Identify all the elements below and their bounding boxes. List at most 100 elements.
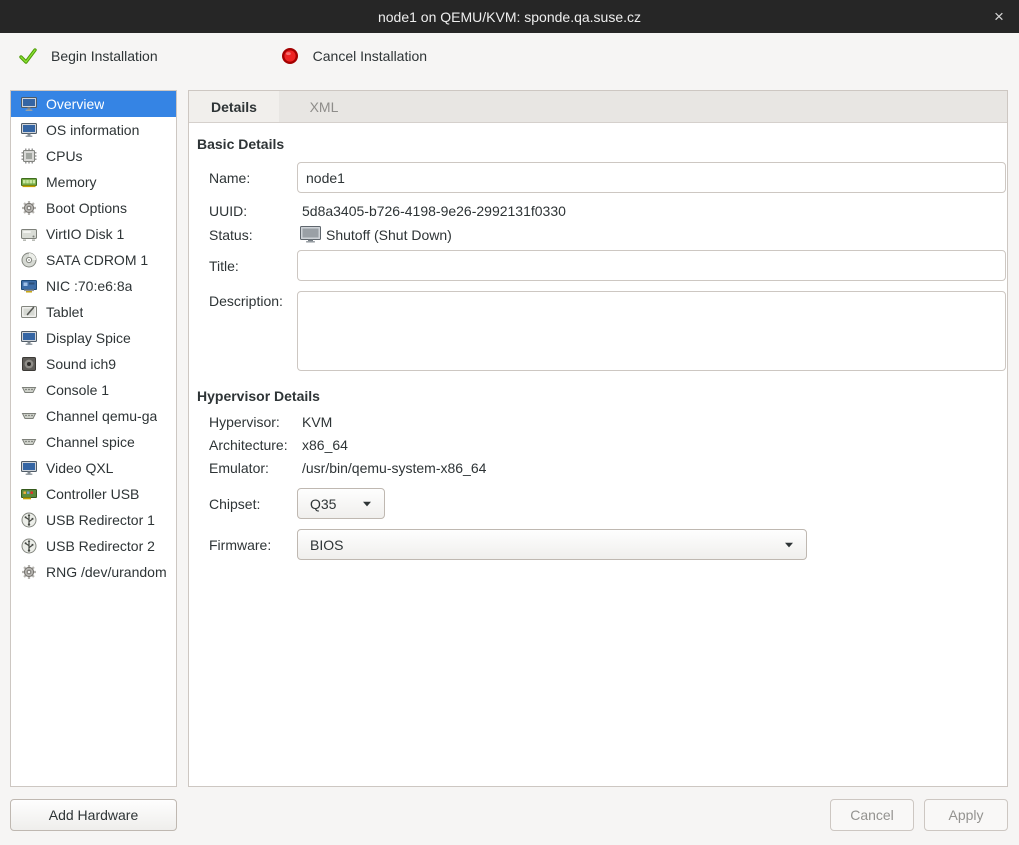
- firmware-row: Firmware: BIOS: [197, 529, 1006, 560]
- tab-xml-label: XML: [310, 99, 339, 115]
- usb-icon: [21, 538, 37, 554]
- monitor-icon: [21, 330, 37, 346]
- sidebar-item-overview[interactable]: Overview: [11, 91, 176, 117]
- serial-port-icon: [21, 434, 37, 450]
- sidebar-item-label: USB Redirector 1: [46, 512, 155, 528]
- notebook: Details XML Basic Details Name: UUID: 5d…: [188, 90, 1008, 787]
- chipset-value: Q35: [310, 496, 336, 512]
- titlebar: node1 on QEMU/KVM: sponde.qa.suse.cz ×: [0, 0, 1019, 33]
- uuid-label: UUID:: [197, 203, 297, 219]
- sidebar-item-boot-options[interactable]: Boot Options: [11, 195, 176, 221]
- begin-installation-label: Begin Installation: [51, 48, 158, 64]
- apply-button[interactable]: Apply: [924, 799, 1008, 831]
- hypervisor-label: Hypervisor:: [197, 414, 297, 430]
- chipset-row: Chipset: Q35: [197, 488, 1006, 519]
- sidebar-item-channel-spice[interactable]: Channel spice: [11, 429, 176, 455]
- sidebar-item-label: VirtIO Disk 1: [46, 226, 124, 242]
- details-content: Basic Details Name: UUID: 5d8a3405-b726-…: [189, 123, 1007, 786]
- uuid-row: UUID: 5d8a3405-b726-4198-9e26-2992131f03…: [197, 203, 1006, 219]
- sidebar-item-label: Memory: [46, 174, 97, 190]
- sidebar-item-usb-redirector-1[interactable]: USB Redirector 1: [11, 507, 176, 533]
- monitor-icon: [21, 460, 37, 476]
- chipset-dropdown[interactable]: Q35: [297, 488, 385, 519]
- sidebar-item-usb-redirector-2[interactable]: USB Redirector 2: [11, 533, 176, 559]
- sidebar-item-label: Console 1: [46, 382, 109, 398]
- description-textarea[interactable]: [297, 291, 1006, 371]
- gear-icon: [21, 564, 37, 580]
- sidebar-item-os-information[interactable]: OS information: [11, 117, 176, 143]
- firmware-label: Firmware:: [197, 537, 297, 553]
- sidebar-item-sata-cdrom-1[interactable]: SATA CDROM 1: [11, 247, 176, 273]
- check-icon: [18, 46, 38, 66]
- usb-icon: [21, 512, 37, 528]
- sidebar-item-rng-dev-urandom[interactable]: RNG /dev/urandom: [11, 559, 176, 585]
- begin-installation-button[interactable]: Begin Installation: [8, 39, 168, 73]
- sidebar-item-label: Sound ich9: [46, 356, 116, 372]
- tab-xml[interactable]: XML: [279, 91, 369, 122]
- gear-icon: [21, 200, 37, 216]
- serial-port-icon: [21, 408, 37, 424]
- sidebar-item-label: RNG /dev/urandom: [46, 564, 167, 580]
- firmware-value: BIOS: [310, 537, 343, 553]
- toolbar: Begin Installation Cancel Installation: [0, 33, 1019, 78]
- cancel-button[interactable]: Cancel: [830, 799, 914, 831]
- sidebar-item-label: Channel qemu-ga: [46, 408, 157, 424]
- description-label: Description:: [197, 291, 297, 309]
- sidebar-item-memory[interactable]: Memory: [11, 169, 176, 195]
- hardware-list: Overview OS information CPUs Memory Boot Opt…: [10, 90, 177, 787]
- cancel-installation-label: Cancel Installation: [313, 48, 427, 64]
- hypervisor-details-heading: Hypervisor Details: [197, 388, 1006, 404]
- name-input[interactable]: [297, 162, 1006, 193]
- cpu-icon: [21, 148, 37, 164]
- emulator-value: /usr/bin/qemu-system-x86_64: [297, 460, 1006, 476]
- sidebar-item-controller-usb[interactable]: Controller USB: [11, 481, 176, 507]
- sidebar-item-display-spice[interactable]: Display Spice: [11, 325, 176, 351]
- sidebar-item-label: SATA CDROM 1: [46, 252, 148, 268]
- sidebar-item-sound-ich9[interactable]: Sound ich9: [11, 351, 176, 377]
- sidebar-item-label: USB Redirector 2: [46, 538, 155, 554]
- emulator-label: Emulator:: [197, 460, 297, 476]
- tablet-icon: [21, 304, 37, 320]
- hypervisor-row: Hypervisor: KVM: [197, 414, 1006, 430]
- cancel-installation-button[interactable]: Cancel Installation: [270, 39, 437, 73]
- title-input[interactable]: [297, 250, 1006, 281]
- monitor-icon: [300, 226, 321, 243]
- cdrom-icon: [21, 252, 37, 268]
- tab-bar: Details XML: [189, 91, 1007, 123]
- sidebar-item-label: CPUs: [46, 148, 83, 164]
- sidebar: Overview OS information CPUs Memory Boot Opt…: [10, 90, 177, 831]
- window-title: node1 on QEMU/KVM: sponde.qa.suse.cz: [378, 9, 641, 25]
- sidebar-item-nic-70-e6-8a[interactable]: NIC :70:e6:8a: [11, 273, 176, 299]
- sidebar-item-channel-qemu-ga[interactable]: Channel qemu-ga: [11, 403, 176, 429]
- add-hardware-button[interactable]: Add Hardware: [10, 799, 177, 831]
- firmware-dropdown[interactable]: BIOS: [297, 529, 807, 560]
- sidebar-item-tablet[interactable]: Tablet: [11, 299, 176, 325]
- close-icon[interactable]: ×: [985, 0, 1013, 33]
- sidebar-item-label: Controller USB: [46, 486, 139, 502]
- architecture-value: x86_64: [297, 437, 1006, 453]
- sidebar-item-label: Overview: [46, 96, 104, 112]
- tab-details[interactable]: Details: [189, 91, 279, 122]
- name-label: Name:: [197, 170, 297, 186]
- status-value: Shutoff (Shut Down): [297, 226, 1006, 243]
- sidebar-item-cpus[interactable]: CPUs: [11, 143, 176, 169]
- sidebar-item-virtio-disk-1[interactable]: VirtIO Disk 1: [11, 221, 176, 247]
- architecture-row: Architecture: x86_64: [197, 437, 1006, 453]
- sidebar-item-label: Boot Options: [46, 200, 127, 216]
- sidebar-item-label: Channel spice: [46, 434, 135, 450]
- sidebar-item-label: Tablet: [46, 304, 83, 320]
- sidebar-item-console-1[interactable]: Console 1: [11, 377, 176, 403]
- sidebar-item-video-qxl[interactable]: Video QXL: [11, 455, 176, 481]
- speaker-icon: [21, 356, 37, 372]
- basic-details-heading: Basic Details: [197, 136, 1006, 152]
- status-row: Status: Shutoff (Shut Down): [197, 226, 1006, 243]
- status-label: Status:: [197, 227, 297, 243]
- tab-details-label: Details: [211, 99, 257, 115]
- title-label: Title:: [197, 258, 297, 274]
- uuid-value: 5d8a3405-b726-4198-9e26-2992131f0330: [297, 203, 1006, 219]
- virt-manager-window: node1 on QEMU/KVM: sponde.qa.suse.cz × B…: [0, 0, 1019, 845]
- title-row: Title:: [197, 250, 1006, 281]
- chevron-down-icon: [362, 501, 372, 507]
- chipset-label: Chipset:: [197, 496, 297, 512]
- pci-card-icon: [21, 486, 37, 502]
